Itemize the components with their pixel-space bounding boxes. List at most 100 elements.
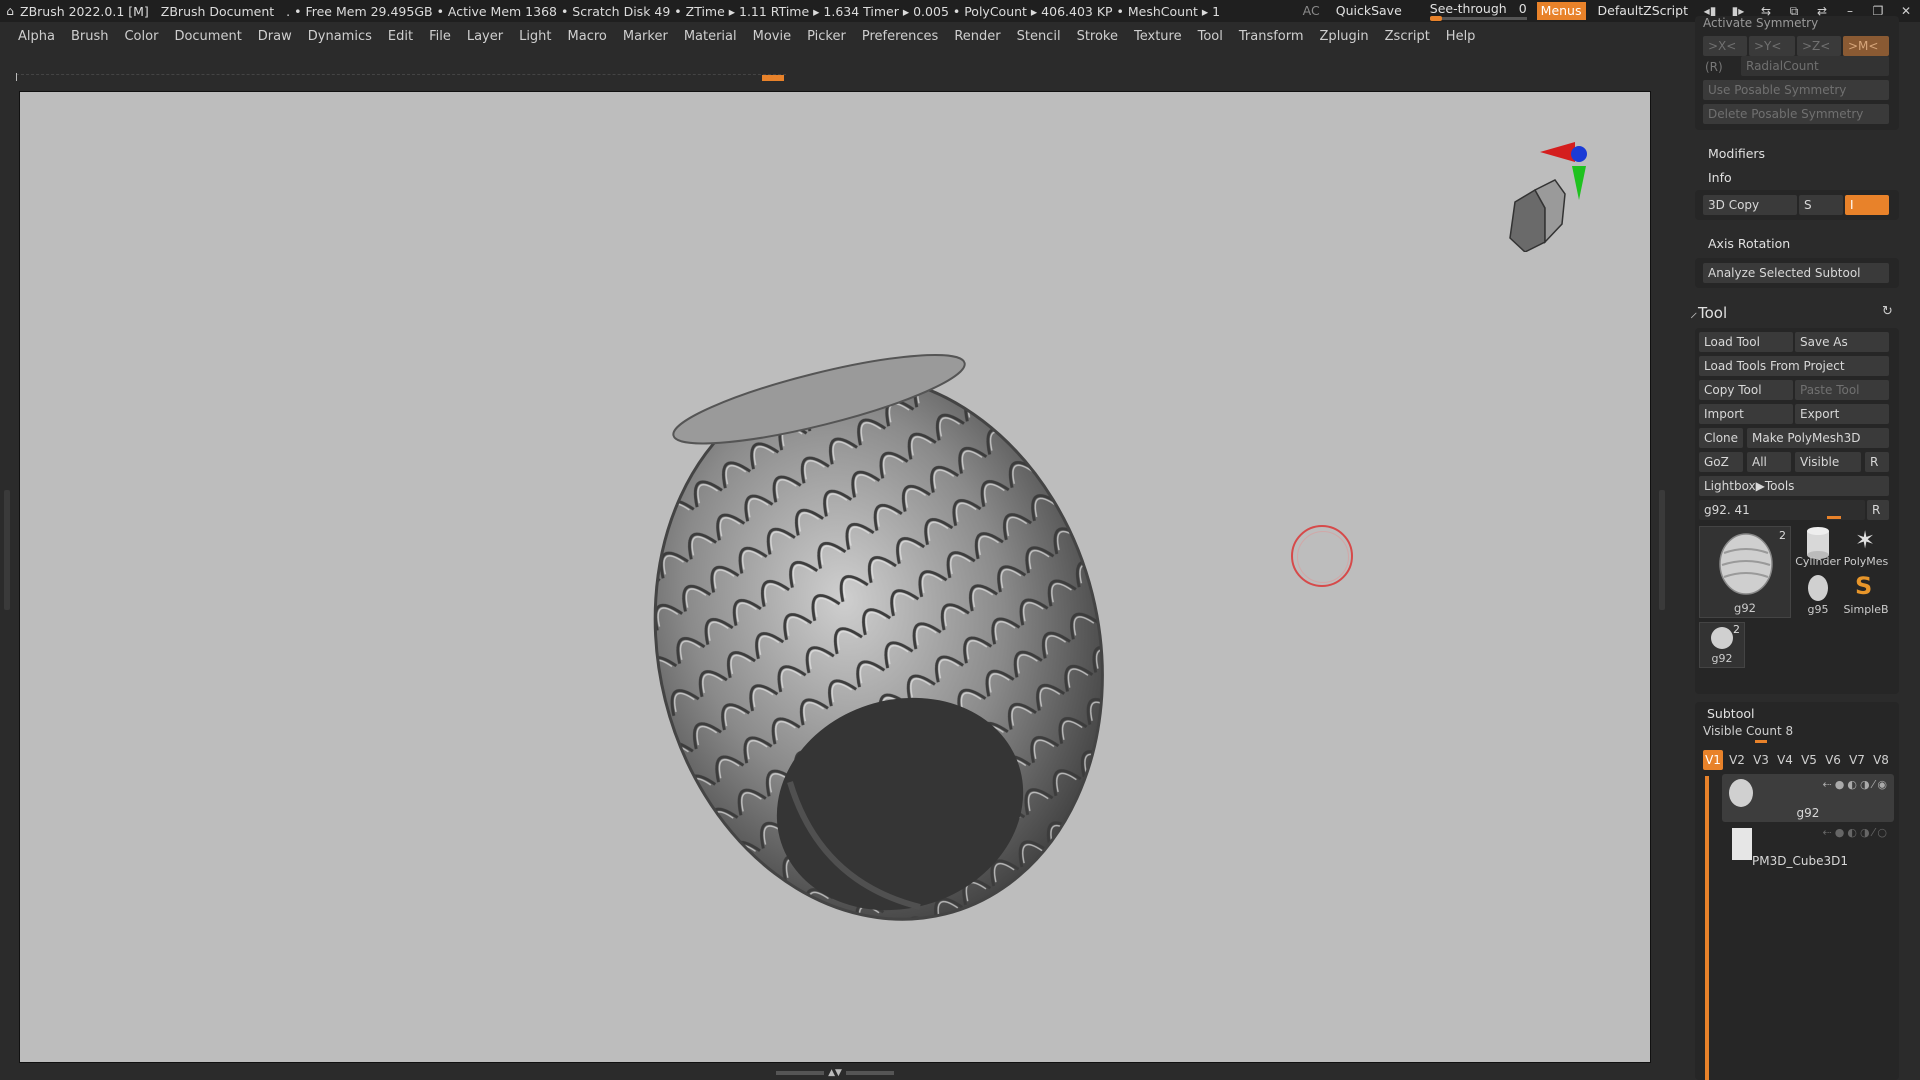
menu-edit[interactable]: Edit <box>388 29 413 44</box>
simplebrush-icon: S <box>1855 572 1873 600</box>
subtool-item-g92[interactable]: ⇠●◐◑⁄◉ g92 <box>1722 774 1894 822</box>
subtool-title[interactable]: Subtool <box>1707 706 1754 721</box>
menu-stencil[interactable]: Stencil <box>1017 29 1061 44</box>
make-polymesh3d-button[interactable]: Make PolyMesh3D <box>1747 428 1889 448</box>
axis-rotation-header[interactable]: Axis Rotation <box>1708 236 1790 251</box>
tool-thumb-g95[interactable]: g95 <box>1795 574 1841 618</box>
3d-copy-s-button[interactable]: S <box>1799 195 1843 215</box>
v7-tab[interactable]: V7 <box>1847 750 1867 770</box>
tool-pin-icon[interactable]: ⸝ <box>1690 302 1698 322</box>
right-tray-handle[interactable] <box>1659 490 1665 610</box>
menu-dynamics[interactable]: Dynamics <box>308 29 372 44</box>
current-tool-r-button[interactable]: R <box>1867 500 1889 520</box>
menu-bar: Alpha Brush Color Document Draw Dynamics… <box>0 22 1690 50</box>
visible-count-slider[interactable]: Visible Count 8 <box>1703 724 1793 738</box>
menu-color[interactable]: Color <box>124 29 158 44</box>
import-button[interactable]: Import <box>1699 404 1793 424</box>
radial-count-slider[interactable]: RadialCount <box>1741 56 1889 76</box>
tool-refresh-icon[interactable]: ↻ <box>1882 304 1893 319</box>
v4-tab[interactable]: V4 <box>1775 750 1795 770</box>
3d-copy-button[interactable]: 3D Copy <box>1703 195 1797 215</box>
menu-zplugin[interactable]: Zplugin <box>1320 29 1369 44</box>
menu-layer[interactable]: Layer <box>467 29 503 44</box>
subtool-toggle-icons[interactable]: ⇠●◐◑⁄◉ <box>1823 778 1890 791</box>
cylinder-label: Cylinder <box>1795 555 1841 568</box>
v2-tab[interactable]: V2 <box>1727 750 1747 770</box>
left-tray-handle[interactable] <box>4 490 10 610</box>
subtool-toggle-icons[interactable]: ⇠●◐◑⁄○ <box>1823 826 1890 839</box>
menu-material[interactable]: Material <box>684 29 737 44</box>
v5-tab[interactable]: V5 <box>1799 750 1819 770</box>
menu-texture[interactable]: Texture <box>1134 29 1182 44</box>
tool-thumb-g92-small[interactable]: 2 g92 <box>1699 622 1745 668</box>
sym-y-button[interactable]: >Y< <box>1749 36 1795 56</box>
tool-thumb-cylinder[interactable]: Cylinder <box>1795 526 1841 570</box>
load-tools-from-project-button[interactable]: Load Tools From Project <box>1699 356 1889 376</box>
quicksave-button[interactable]: QuickSave <box>1328 0 1410 22</box>
use-posable-symmetry-button[interactable]: Use Posable Symmetry <box>1703 80 1889 100</box>
menu-draw[interactable]: Draw <box>258 29 292 44</box>
goz-r-button[interactable]: R <box>1865 452 1889 472</box>
delete-posable-symmetry-button[interactable]: Delete Posable Symmetry <box>1703 104 1889 124</box>
goz-all-button[interactable]: All <box>1747 452 1791 472</box>
sym-x-button[interactable]: >X< <box>1703 36 1747 56</box>
visible-count-knob[interactable] <box>1755 740 1767 743</box>
bottom-tray-handle[interactable]: ▲▼ <box>770 1068 900 1078</box>
tool-thumb-simpleb[interactable]: S SimpleB <box>1843 572 1889 618</box>
menu-brush[interactable]: Brush <box>71 29 109 44</box>
save-as-button[interactable]: Save As <box>1795 332 1889 352</box>
tool-thumb-polymesh[interactable]: ✶ PolyMes <box>1843 526 1889 570</box>
clone-button[interactable]: Clone <box>1699 428 1743 448</box>
subtool-scrollbar[interactable] <box>1705 776 1709 1080</box>
orientation-gizmo[interactable] <box>1490 112 1630 252</box>
menus-toggle-button[interactable]: Menus <box>1536 2 1586 20</box>
tool-thumb-g92-main[interactable]: 2 g92 <box>1699 526 1791 618</box>
canvas-viewport[interactable] <box>19 91 1651 1063</box>
star-icon: ✶ <box>1855 526 1876 554</box>
menu-macro[interactable]: Macro <box>568 29 607 44</box>
activate-symmetry-label[interactable]: Activate Symmetry <box>1703 16 1818 30</box>
menu-light[interactable]: Light <box>519 29 551 44</box>
default-zscript-button[interactable]: DefaultZScript <box>1590 0 1697 22</box>
v8-tab[interactable]: V8 <box>1871 750 1891 770</box>
copy-tool-button[interactable]: Copy Tool <box>1699 380 1793 400</box>
sym-z-button[interactable]: >Z< <box>1797 36 1841 56</box>
goz-button[interactable]: GoZ <box>1699 452 1743 472</box>
expand-arrows-icon: ▲▼ <box>828 1068 842 1078</box>
ac-button[interactable]: AC <box>1295 0 1328 22</box>
tool-title[interactable]: Tool <box>1698 304 1727 322</box>
menu-document[interactable]: Document <box>174 29 241 44</box>
goz-visible-button[interactable]: Visible <box>1795 452 1861 472</box>
info-header[interactable]: Info <box>1708 170 1732 185</box>
export-button[interactable]: Export <box>1795 404 1889 424</box>
v3-tab[interactable]: V3 <box>1751 750 1771 770</box>
menu-transform[interactable]: Transform <box>1239 29 1304 44</box>
lightbox-tools-button[interactable]: Lightbox▶Tools <box>1699 476 1889 496</box>
v6-tab[interactable]: V6 <box>1823 750 1843 770</box>
menu-render[interactable]: Render <box>954 29 1000 44</box>
menu-help[interactable]: Help <box>1446 29 1476 44</box>
modifiers-header[interactable]: Modifiers <box>1708 146 1765 161</box>
menu-tool[interactable]: Tool <box>1198 29 1223 44</box>
v1-tab[interactable]: V1 <box>1703 750 1723 770</box>
menu-file[interactable]: File <box>429 29 451 44</box>
menu-alpha[interactable]: Alpha <box>18 29 55 44</box>
subtool-vase-thumb-icon <box>1729 779 1753 807</box>
menu-stroke[interactable]: Stroke <box>1077 29 1118 44</box>
menu-zscript[interactable]: Zscript <box>1385 29 1430 44</box>
visibility-set-tabs: V1 V2 V3 V4 V5 V6 V7 V8 <box>1703 750 1893 770</box>
vase-thumb-icon <box>1719 533 1773 595</box>
subtool-item-cube[interactable]: ⇠●◐◑⁄○ PM3D_Cube3D1 <box>1722 822 1894 870</box>
current-tool-slider-knob[interactable] <box>1827 516 1841 519</box>
see-through-slider[interactable]: See-through 0 <box>1424 0 1533 22</box>
menu-marker[interactable]: Marker <box>623 29 668 44</box>
analyze-selected-subtool-button[interactable]: Analyze Selected Subtool <box>1703 263 1889 283</box>
paste-tool-button[interactable]: Paste Tool <box>1795 380 1889 400</box>
small-vase-icon <box>1711 627 1733 649</box>
menu-preferences[interactable]: Preferences <box>862 29 938 44</box>
menu-picker[interactable]: Picker <box>807 29 846 44</box>
3d-copy-i-field[interactable]: I <box>1845 195 1889 215</box>
load-tool-button[interactable]: Load Tool <box>1699 332 1793 352</box>
menu-movie[interactable]: Movie <box>753 29 791 44</box>
sym-m-button[interactable]: >M< <box>1843 36 1889 56</box>
